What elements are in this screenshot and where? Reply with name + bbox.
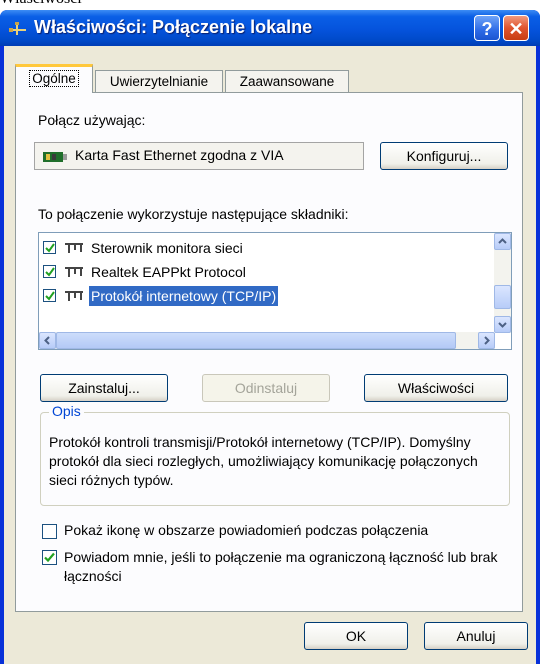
install-button[interactable]: Zainstaluj...	[40, 374, 168, 402]
vertical-scrollbar[interactable]	[494, 233, 511, 333]
help-button[interactable]: ?	[474, 15, 500, 41]
description-legend: Opis	[49, 403, 84, 419]
properties-button[interactable]: Właściwości	[364, 374, 508, 402]
network-card-icon	[43, 152, 67, 162]
chevron-right-icon	[484, 336, 490, 345]
properties-dialog: Właściwości: Połączenie lokalne ? ✕ Ogól…	[0, 10, 540, 664]
tab-authentication[interactable]: Uwierzytelnianie	[95, 70, 223, 92]
component-label: Realtek EAPPkt Protocol	[91, 264, 246, 280]
network-protocol-icon	[65, 243, 83, 253]
show-icon-label: Pokaż ikonę w obszarze powiadomień podcz…	[64, 522, 429, 538]
description-text: Protokół kontroli transmisji/Protokół in…	[49, 434, 478, 488]
horizontal-scroll-thumb[interactable]	[56, 332, 456, 349]
show-icon-checkbox[interactable]	[42, 524, 57, 539]
scroll-up-button[interactable]	[494, 233, 511, 250]
notify-checkbox[interactable]	[42, 550, 57, 565]
cropped-header-text: Właściwości	[0, 0, 82, 9]
adapter-name: Karta Fast Ethernet zgodna z VIA	[75, 147, 284, 163]
configure-button[interactable]: Konfiguruj...	[380, 142, 508, 170]
vertical-scroll-thumb[interactable]	[494, 285, 511, 309]
description-group: Opis Protokół kontroli transmisji/Protok…	[40, 403, 510, 506]
checkmark-icon	[44, 552, 55, 563]
adapter-display: Karta Fast Ethernet zgodna z VIA	[34, 142, 364, 170]
component-label: Sterownik monitora sieci	[91, 240, 243, 256]
ok-button[interactable]: OK	[304, 622, 408, 650]
component-checkbox[interactable]	[43, 289, 56, 302]
scroll-left-button[interactable]	[39, 332, 56, 349]
chevron-up-icon	[498, 238, 507, 244]
title-bar[interactable]: Właściwości: Połączenie lokalne ? ✕	[0, 10, 540, 46]
scroll-down-button[interactable]	[494, 316, 511, 333]
connect-using-label: Połącz używając:	[38, 112, 146, 128]
uninstall-button: Odinstaluj	[202, 374, 330, 402]
chevron-down-icon	[498, 322, 507, 328]
tab-authentication-label: Uwierzytelnianie	[109, 74, 209, 89]
window-title: Właściwości: Połączenie lokalne	[34, 17, 313, 37]
close-button[interactable]: ✕	[503, 15, 529, 41]
component-checkbox[interactable]	[43, 241, 56, 254]
network-protocol-icon	[65, 291, 83, 301]
scroll-right-button[interactable]	[478, 332, 495, 349]
tab-advanced-label: Zaawansowane	[239, 74, 335, 89]
notify-label: Powiadom mnie, jeśli to połączenie ma og…	[64, 549, 498, 584]
horizontal-scrollbar[interactable]	[39, 332, 495, 349]
tab-general-label: Ogólne	[29, 70, 79, 87]
components-label: To połączenie wykorzystuje następujące s…	[38, 206, 349, 222]
network-connection-icon	[9, 22, 26, 35]
dialog-client-area: Ogólne Uwierzytelnianie Zaawansowane Poł…	[4, 46, 536, 664]
network-protocol-icon	[65, 267, 83, 277]
chevron-left-icon	[44, 336, 50, 345]
component-label-selected: Protokół internetowy (TCP/IP)	[89, 286, 279, 306]
tab-general[interactable]: Ogólne	[15, 64, 93, 93]
component-checkbox[interactable]	[43, 265, 56, 278]
cancel-button[interactable]: Anuluj	[424, 622, 528, 650]
tab-advanced[interactable]: Zaawansowane	[225, 70, 349, 92]
components-list[interactable]: Sterownik monitora sieci Realtek EAPPkt …	[38, 232, 512, 350]
